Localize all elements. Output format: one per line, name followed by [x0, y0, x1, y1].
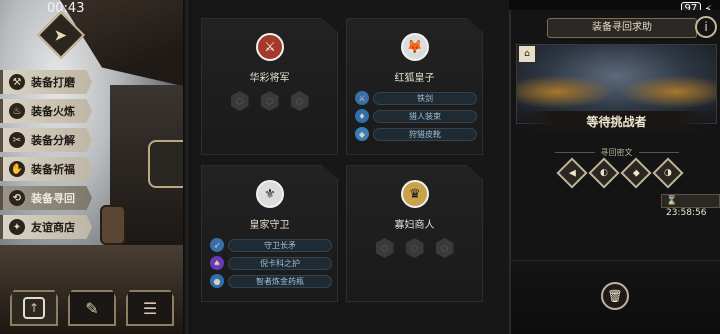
status-time: 00:43 — [47, 1, 85, 16]
equipment-icon: ♦ — [355, 109, 369, 123]
side-menu: ⚒ 装备打磨 ♨ 装备火炼 ✂ 装备分解 ✋ 装备祈福 ⟲ 装备寻回 ✦ 友谊商店 — [0, 70, 92, 239]
hero-name: 皇家守卫 — [249, 220, 290, 231]
recovery-panel: 装备寻回求助 i ⌂ 等待挑战者 寻回密文 ◀ ◐ ◆ ◑ ⌛ 23:58:56 🗑 — [509, 10, 720, 334]
equipment-item[interactable]: ➶ 守卫长矛 — [210, 238, 332, 252]
menu-item-label: 装备祈福 — [31, 163, 75, 176]
countdown-timer: ⌛ 23:58:56 — [661, 194, 720, 218]
empty-slot-row: ⬡ ⬡ ⬡ — [347, 238, 482, 258]
menu-item-4[interactable]: ⟲ 装备寻回 — [0, 186, 92, 210]
menu-item-2[interactable]: ✂ 装备分解 — [0, 128, 92, 152]
empty-slot-icon: ⬡ — [375, 238, 394, 258]
hero-avatar: 🦊 — [401, 33, 429, 61]
hourglass-icon: ⌛ — [666, 196, 678, 206]
rune-icon[interactable]: ◑ — [652, 157, 684, 189]
hammer-icon: ⚒ — [9, 74, 25, 90]
rune-icon[interactable]: ◆ — [620, 157, 652, 189]
equipment-item[interactable]: ♠ 倪卡科之护 — [210, 256, 332, 270]
list-button[interactable]: ☰ — [126, 290, 174, 326]
menu-item-label: 装备分解 — [31, 134, 75, 147]
shop-icon: ✦ — [9, 219, 25, 235]
flame-icon: ♨ — [9, 103, 25, 119]
hero-name: 华彩将军 — [249, 73, 290, 84]
hero-avatar: ♛ — [401, 180, 429, 208]
menu-item-5[interactable]: ✦ 友谊商店 — [0, 215, 92, 239]
equipment-icon: ♠ — [210, 256, 224, 270]
barrel — [100, 205, 126, 245]
feather-button[interactable]: ✎ — [68, 290, 116, 326]
menu-item-label: 装备寻回 — [31, 192, 75, 205]
recover-icon: ⟲ — [9, 190, 25, 206]
panel-divider — [183, 0, 191, 334]
hero-avatar: ⚜ — [256, 180, 284, 208]
hero-card-grid: ⚔ 华彩将军 ⬡ ⬡ ⬡ 🦊 红狐皇子 ⚔ 铁剑 ♦ 猎人装束 ◆ 狩猎皮靴 ⚜ 皇家守… — [191, 0, 509, 334]
menu-item-1[interactable]: ♨ 装备火炼 — [0, 99, 92, 123]
menu-item-3[interactable]: ✋ 装备祈福 — [0, 157, 92, 181]
rune-icon[interactable]: ◐ — [588, 157, 620, 189]
hero-card[interactable]: ⚔ 华彩将军 ⬡ ⬡ ⬡ — [201, 18, 338, 155]
break-icon: ✂ — [9, 132, 25, 148]
empty-slot-icon: ⬡ — [260, 91, 279, 111]
empty-slot-icon: ⬡ — [435, 238, 454, 258]
empty-slot-row: ⬡ ⬡ ⬡ — [202, 91, 337, 111]
rune-row: ◀ ◐ ◆ ◑ — [556, 157, 684, 189]
equipment-label: 狩猎皮靴 — [373, 127, 477, 141]
empty-slot-icon: ⬡ — [405, 238, 424, 258]
equipment-item[interactable]: ◆ 狩猎皮靴 — [355, 127, 477, 141]
info-icon[interactable]: i — [695, 16, 717, 38]
hero-card[interactable]: 🦊 红狐皇子 ⚔ 铁剑 ♦ 猎人装束 ◆ 狩猎皮靴 — [346, 18, 483, 155]
menu-item-label: 友谊商店 — [31, 221, 75, 234]
hero-name: 寡妇商人 — [394, 220, 435, 231]
side-tab-handle[interactable] — [148, 140, 184, 188]
home-chip-icon[interactable]: ⌂ — [519, 46, 535, 62]
feather-icon: ✎ — [85, 298, 99, 318]
equipment-label: 铁剑 — [373, 91, 477, 105]
rune-icon[interactable]: ◀ — [556, 157, 588, 189]
empty-slot-icon: ⬡ — [230, 91, 249, 111]
menu-item-0[interactable]: ⚒ 装备打磨 — [0, 70, 92, 94]
equipment-list: ⚔ 铁剑 ♦ 猎人装束 ◆ 狩猎皮靴 — [355, 91, 477, 141]
equipment-list: ➶ 守卫长矛 ♠ 倪卡科之护 ● 智者炼金药瓶 — [210, 238, 332, 288]
challenger-status: 等待挑战者 — [516, 111, 717, 133]
menu-item-label: 装备火炼 — [31, 105, 75, 118]
equipment-item[interactable]: ● 智者炼金药瓶 — [210, 274, 332, 288]
equipment-icon: ● — [210, 274, 224, 288]
equipment-label: 智者炼金药瓶 — [228, 274, 332, 288]
equipment-label: 倪卡科之护 — [228, 256, 332, 270]
equipment-label: 守卫长矛 — [228, 238, 332, 252]
countdown-value: 23:58:56 — [666, 208, 707, 218]
equipment-icon: ➶ — [210, 238, 224, 252]
hero-avatar: ⚔ — [256, 33, 284, 61]
list-icon: ☰ — [142, 298, 158, 318]
trash-icon[interactable]: 🗑 — [601, 282, 629, 310]
empty-slot-icon: ⬡ — [290, 91, 309, 111]
equipment-item[interactable]: ♦ 猎人装束 — [355, 109, 477, 123]
pray-icon: ✋ — [9, 161, 25, 177]
equipment-item[interactable]: ⚔ 铁剑 — [355, 91, 477, 105]
hero-card[interactable]: ⚜ 皇家守卫 ➶ 守卫长矛 ♠ 倪卡科之护 ● 智者炼金药瓶 — [201, 165, 338, 302]
equipment-label: 猎人装束 — [373, 109, 477, 123]
equipment-icon: ⚔ — [355, 91, 369, 105]
arrow-up-button[interactable]: ↑ — [10, 290, 58, 326]
panel-title: 装备寻回求助 — [547, 18, 697, 38]
bottom-toolbar: ↑ ✎ ☰ — [10, 290, 174, 326]
hero-card[interactable]: ♛ 寡妇商人 ⬡ ⬡ ⬡ — [346, 165, 483, 302]
cipher-label: 寻回密文 — [511, 147, 720, 158]
arrow-up-icon: ↑ — [23, 297, 45, 319]
menu-item-label: 装备打磨 — [31, 76, 75, 89]
equipment-icon: ◆ — [355, 127, 369, 141]
hero-name: 红狐皇子 — [394, 73, 435, 84]
